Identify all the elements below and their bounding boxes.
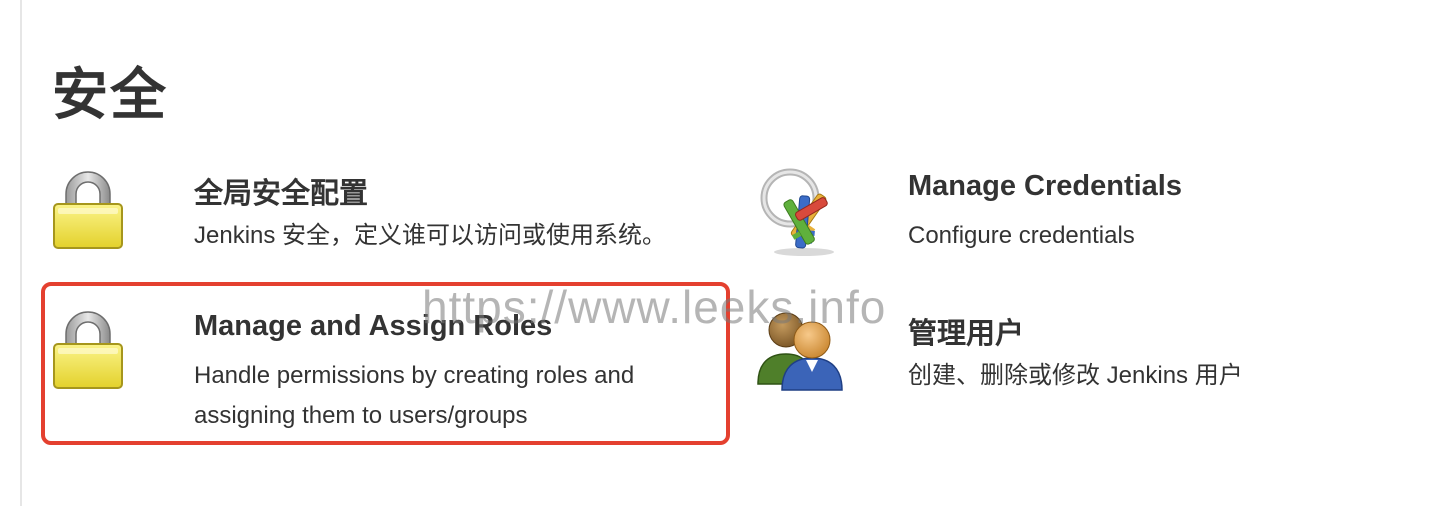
tile-manage-and-assign-roles[interactable]: Manage and Assign Roles Handle permissio… — [40, 302, 740, 442]
tile-description: 创建、删除或修改 Jenkins 用户 — [908, 362, 1243, 389]
keys-icon — [754, 162, 850, 258]
tile-global-security[interactable]: 全局安全配置 Jenkins 安全，定义谁可以访问或使用系统。 — [40, 162, 760, 258]
section-title: 安全 — [52, 63, 168, 126]
tile-manage-credentials[interactable]: Manage Credentials Configure credentials — [754, 162, 1374, 258]
tile-title[interactable]: 管理用户 — [908, 310, 1024, 352]
padlock-icon — [40, 162, 136, 258]
tile-title[interactable]: Manage Credentials — [908, 170, 1182, 203]
tile-title[interactable]: 全局安全配置 — [194, 170, 368, 212]
tile-manage-users[interactable]: 管理用户 创建、删除或修改 Jenkins 用户 — [754, 302, 1374, 398]
tile-description-line: Handle permissions by creating roles and — [194, 362, 635, 389]
padlock-icon — [40, 302, 136, 398]
tile-description: Handle permissions by creating roles and… — [194, 356, 634, 436]
tile-description: Configure credentials — [908, 222, 1135, 249]
tile-description: Jenkins 安全，定义谁可以访问或使用系统。 — [194, 222, 667, 249]
security-section: 安全 全局安全配置 Jenkins 安全，定义谁可以访问或使用系统。 Manag… — [0, 0, 1442, 506]
divider — [20, 0, 22, 506]
tile-title[interactable]: Manage and Assign Roles — [194, 310, 552, 343]
users-icon — [754, 302, 850, 398]
tile-description-line: assigning them to users/groups — [194, 402, 528, 429]
